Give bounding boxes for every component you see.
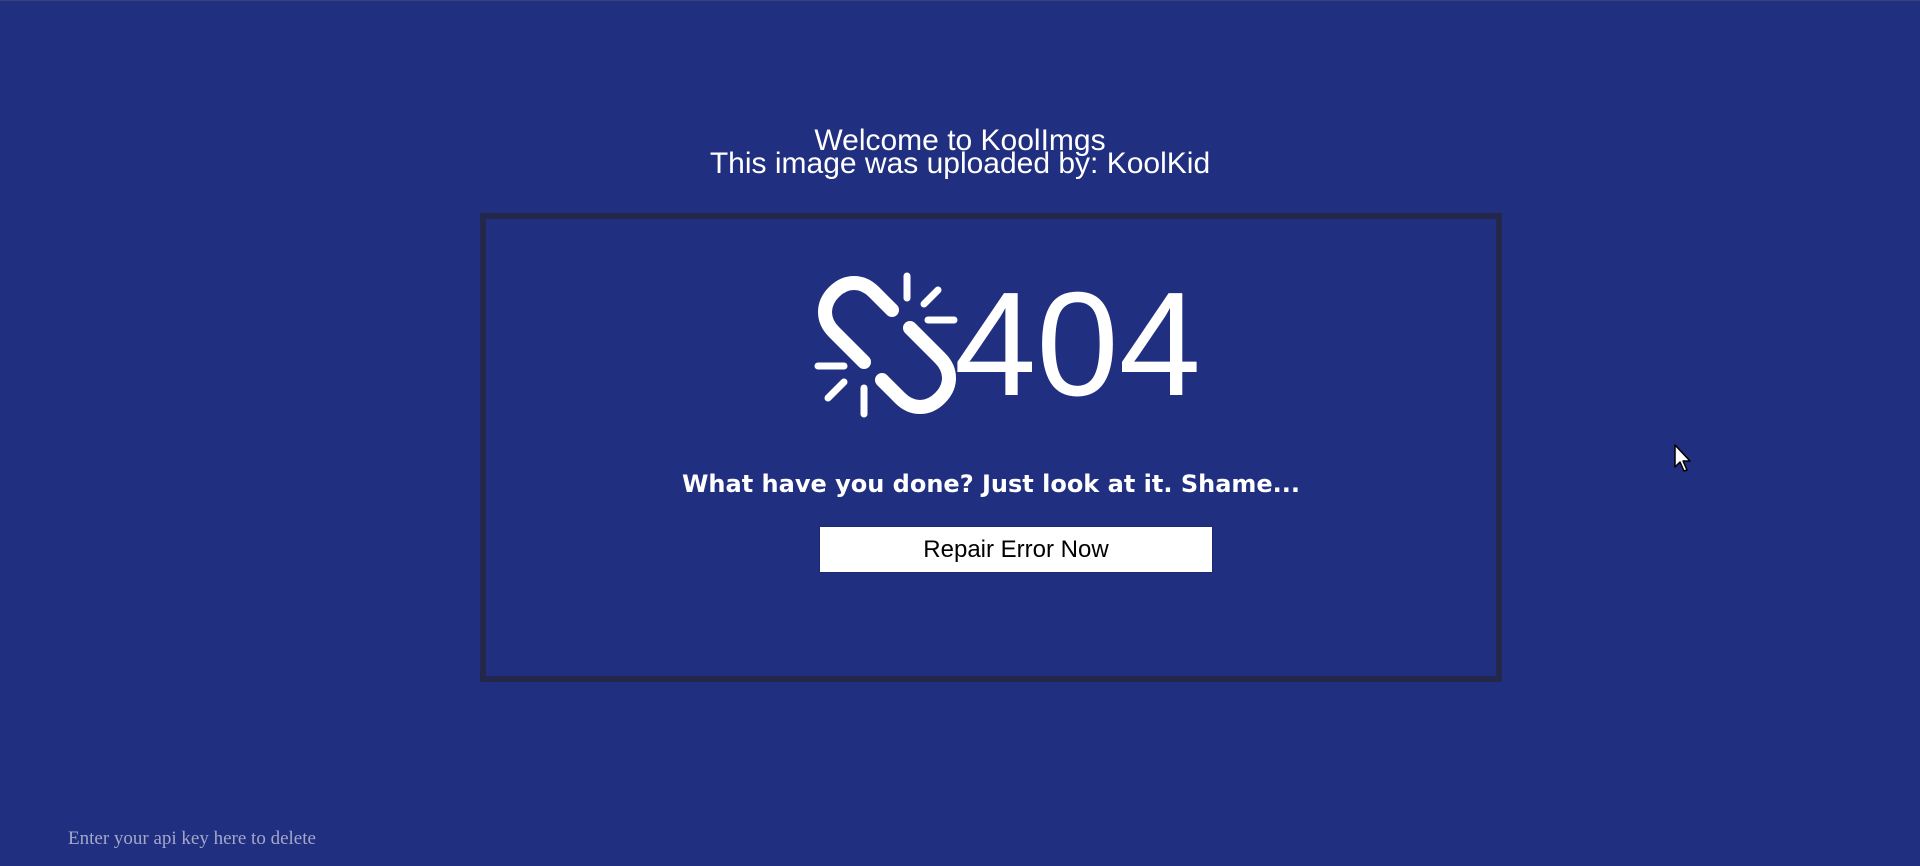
api-key-input[interactable] (64, 824, 472, 854)
error-code: 404 (954, 262, 1201, 427)
repair-error-button[interactable]: Repair Error Now (819, 526, 1213, 573)
uploader-line: This image was uploaded by: KoolKid (709, 147, 1211, 180)
broken-link-icon (814, 272, 958, 418)
error-message: What have you done? Just look at it. Sha… (681, 470, 1301, 498)
top-divider (0, 0, 1920, 1)
error-heading: 404 (812, 270, 1222, 420)
mouse-cursor-icon (1674, 444, 1691, 472)
